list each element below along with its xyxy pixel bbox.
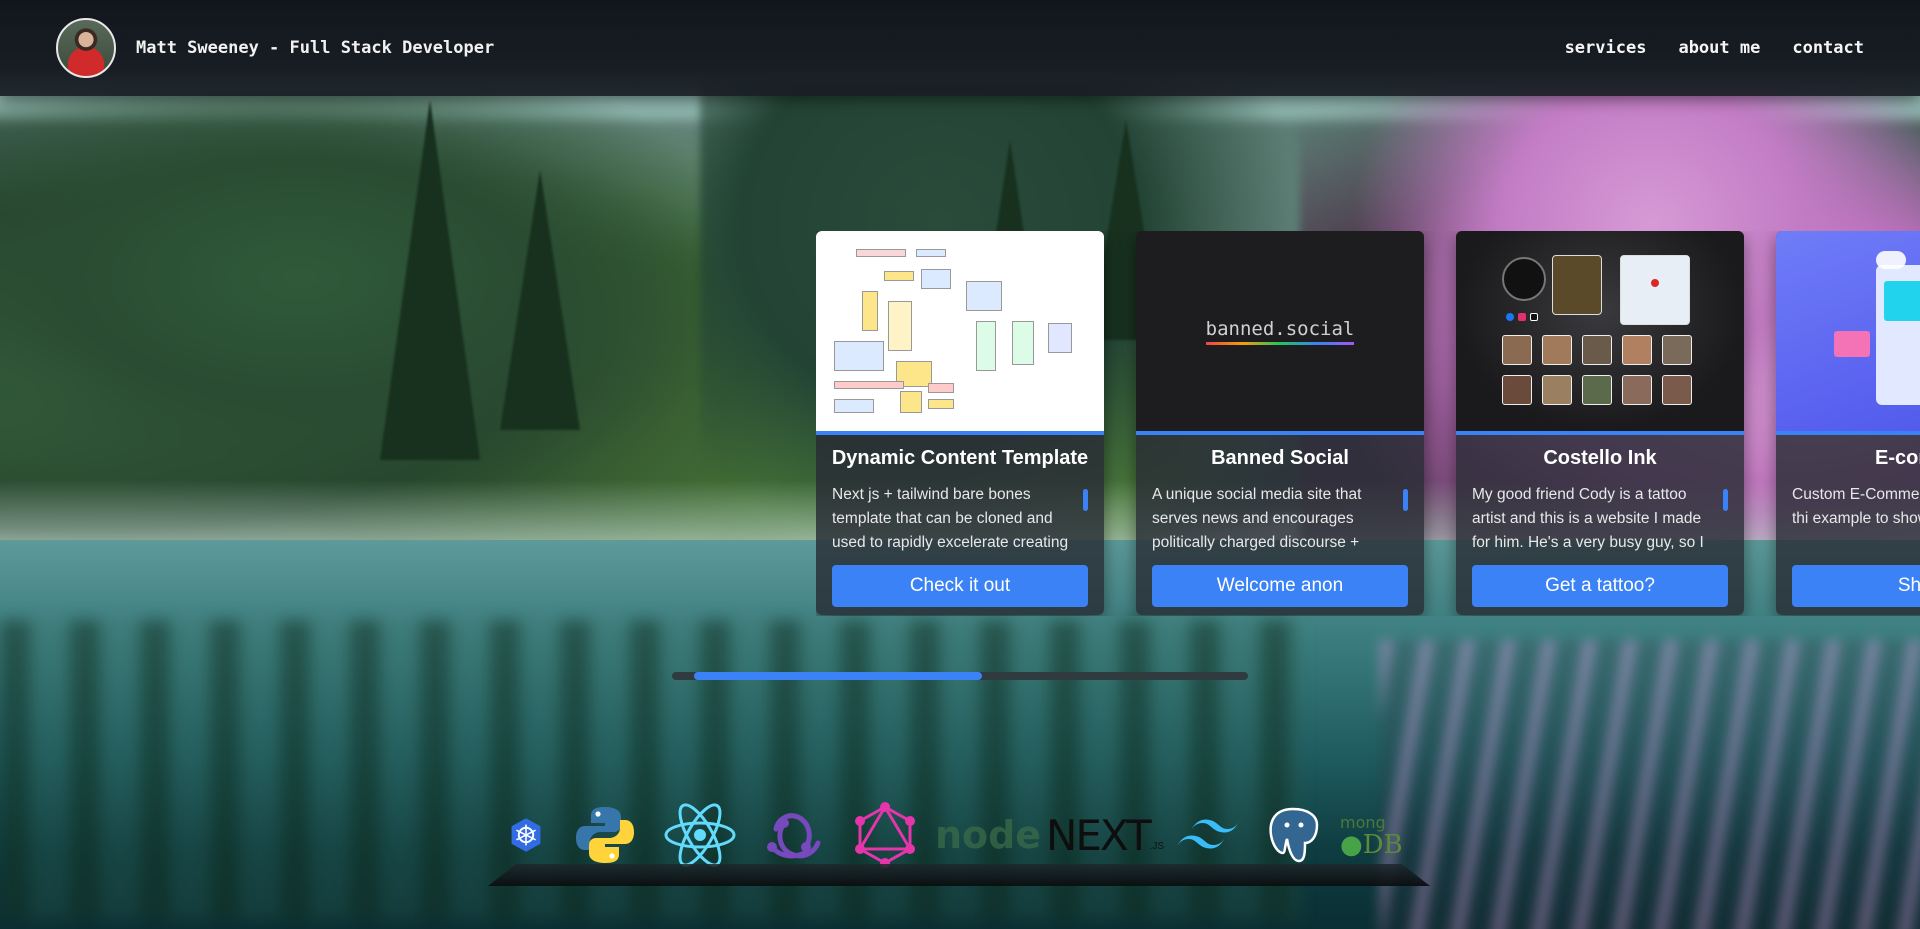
nav-contact[interactable]: contact [1792, 38, 1864, 58]
project-card: E-comme Custom E-Comme design. I made th… [1776, 231, 1920, 615]
react-icon [660, 800, 740, 870]
project-screenshot-ecommerce [1776, 231, 1920, 431]
carousel-scrollbar-thumb[interactable] [694, 672, 982, 680]
redux-icon [758, 800, 832, 870]
project-description: Custom E-Comme design. I made thi exampl… [1792, 486, 1920, 527]
project-title: Dynamic Content Template [831, 447, 1089, 469]
site-header: Matt Sweeney - Full Stack Developer serv… [0, 0, 1920, 96]
check-it-out-button[interactable]: Check it out [832, 565, 1088, 607]
kubernetes-icon [510, 800, 542, 870]
nodejs-icon: node [934, 813, 1042, 857]
tech-shelf [488, 864, 1430, 886]
get-a-tattoo-button[interactable]: Get a tattoo? [1472, 565, 1728, 607]
nav-about-me[interactable]: about me [1678, 38, 1760, 58]
nav-services[interactable]: services [1565, 38, 1647, 58]
site-title[interactable]: Matt Sweeney - Full Stack Developer [136, 38, 494, 58]
main-nav: services about me contact [1565, 38, 1864, 58]
shop-button[interactable]: Shop [1792, 565, 1920, 607]
description-scrollbar[interactable] [1723, 489, 1728, 511]
project-card: banned.social Banned Social A unique soc… [1136, 231, 1424, 615]
description-scrollbar[interactable] [1083, 489, 1088, 511]
project-card: Dynamic Content Template Next js + tailw… [816, 231, 1104, 615]
graphql-icon [848, 800, 922, 870]
carousel-scrollbar[interactable] [672, 672, 1248, 680]
project-screenshot-costello-ink [1456, 231, 1744, 431]
project-description: My good friend Cody is a tattoo artist a… [1472, 486, 1704, 551]
python-icon [570, 800, 640, 870]
project-description-scroll[interactable]: Next js + tailwind bare bones template t… [832, 483, 1088, 555]
project-screenshot-banned-social: banned.social [1136, 231, 1424, 431]
project-description: Next js + tailwind bare bones template t… [832, 486, 1069, 551]
project-description: A unique social media site that serves n… [1152, 486, 1362, 551]
project-description-scroll[interactable]: A unique social media site that serves n… [1152, 483, 1408, 555]
project-screenshot-diagram [816, 231, 1104, 431]
description-scrollbar[interactable] [1403, 489, 1408, 511]
project-title: Banned Social [1211, 447, 1349, 469]
welcome-anon-button[interactable]: Welcome anon [1152, 565, 1408, 607]
project-card: Costello Ink My good friend Cody is a ta… [1456, 231, 1744, 615]
postgresql-icon [1260, 800, 1326, 870]
tailwind-icon [1172, 800, 1244, 870]
avatar[interactable] [56, 18, 116, 78]
mongodb-icon: mong ●DB [1340, 812, 1403, 860]
projects-carousel[interactable]: Dynamic Content Template Next js + tailw… [816, 231, 1920, 616]
nextjs-icon: NEXT .JS [1045, 810, 1165, 860]
project-title: Costello Ink [1543, 447, 1657, 469]
tech-stack-row: node NEXT .JS mong ●DB [510, 800, 1410, 870]
project-description-scroll[interactable]: Custom E-Comme design. I made thi exampl… [1792, 483, 1920, 555]
project-title: E-comme [1874, 447, 1920, 469]
project-description-scroll[interactable]: My good friend Cody is a tattoo artist a… [1472, 483, 1728, 555]
banned-social-logo: banned.social [1205, 317, 1355, 345]
